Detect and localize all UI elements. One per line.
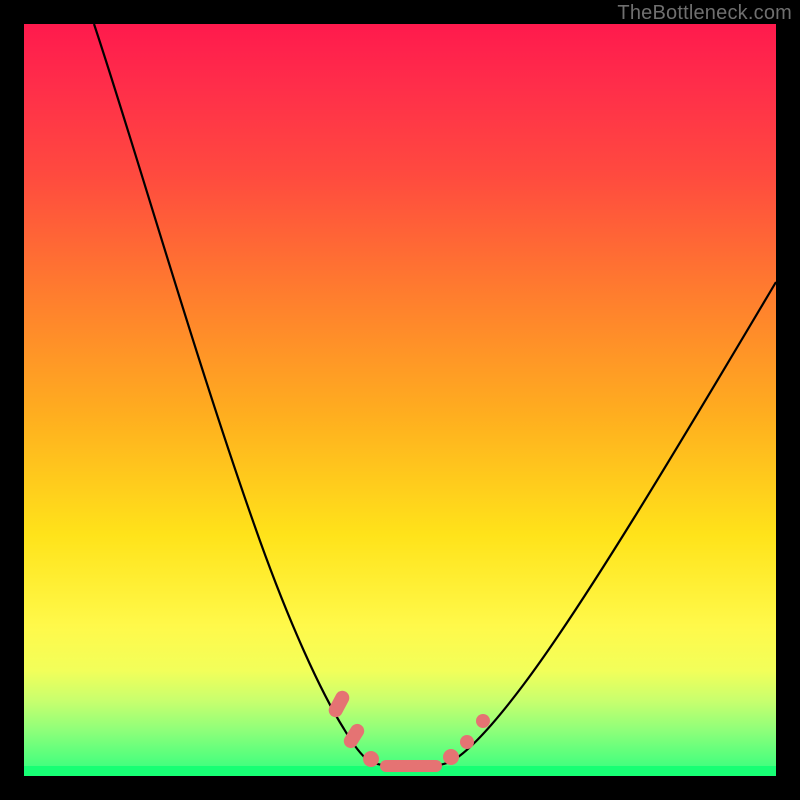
- outer-frame: TheBottleneck.com: [0, 0, 800, 800]
- right-lower-bead: [460, 735, 474, 749]
- marker-group: [326, 688, 490, 772]
- plot-area: [24, 24, 776, 776]
- curve-svg: [24, 24, 776, 776]
- left-lower-bead: [341, 721, 367, 750]
- floor-bead-2: [443, 749, 459, 765]
- watermark-text: TheBottleneck.com: [617, 2, 792, 25]
- right-upper-bead: [476, 714, 490, 728]
- curve-right-branch: [452, 282, 776, 761]
- curve-left-branch: [94, 24, 369, 761]
- floor-bead-1: [363, 751, 379, 767]
- floor-bar: [380, 760, 442, 772]
